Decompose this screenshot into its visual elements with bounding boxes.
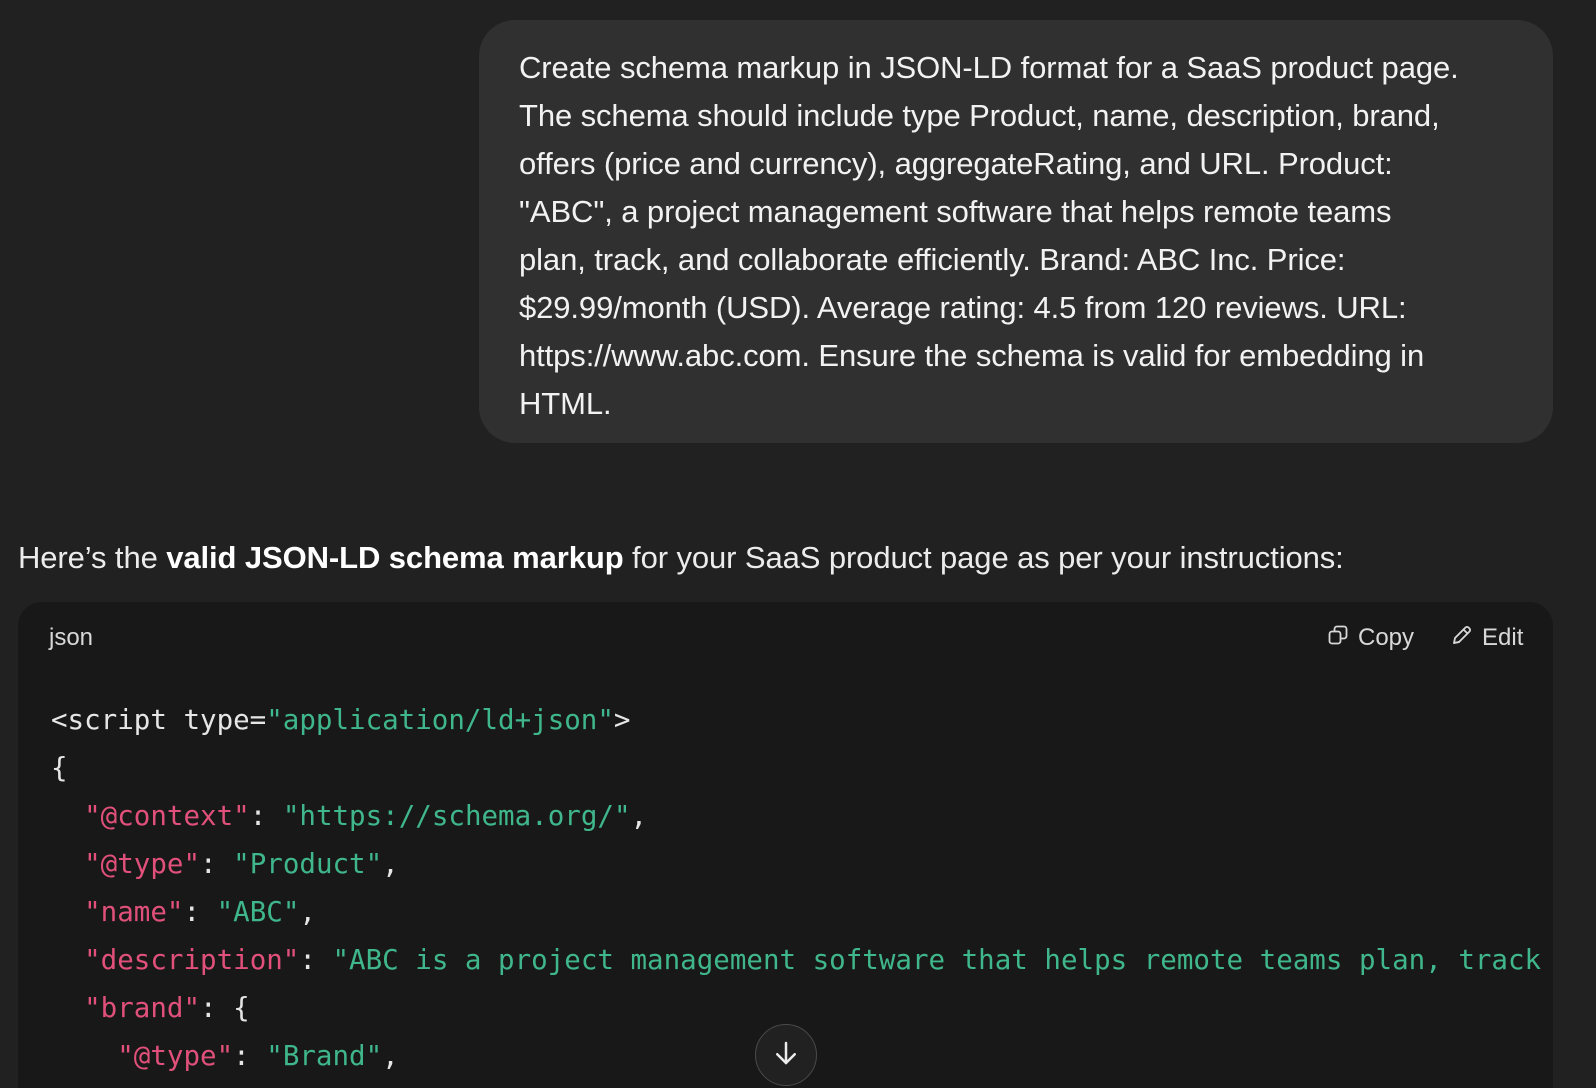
code-token: : {: [200, 992, 250, 1024]
code-token: "ABC": [216, 896, 300, 928]
code-token: ,: [630, 800, 648, 832]
user-message-line: Create schema markup in JSON-LD format f…: [519, 50, 1459, 85]
user-message-line: $29.99/month (USD). Average rating: 4.5 …: [519, 290, 1407, 325]
code-token: "description": [84, 944, 300, 976]
edit-button[interactable]: Edit: [1450, 620, 1523, 656]
code-token: ,: [382, 1040, 399, 1072]
code-line: "name": "ABC",: [51, 888, 1541, 936]
user-message-line: offers (price and currency), aggregateRa…: [519, 146, 1393, 181]
code-token: "Product": [233, 848, 383, 880]
code-content: <script type="application/ld+json"> { "@c…: [51, 696, 1541, 1080]
user-message-line: https://www.abc.com. Ensure the schema i…: [519, 338, 1425, 373]
code-token: "application/ld+json": [266, 704, 614, 736]
code-token: "Brand": [266, 1040, 383, 1072]
code-token: "brand": [84, 992, 201, 1024]
code-token: :: [249, 800, 283, 832]
arrow-down-icon: [771, 1038, 801, 1073]
scroll-down-button[interactable]: [755, 1024, 817, 1086]
intro-text-end: for your SaaS product page as per your i…: [623, 540, 1344, 575]
user-message-line: "ABC", a project management software tha…: [519, 194, 1392, 229]
chat-page: Create schema markup in JSON-LD format f…: [0, 0, 1596, 1088]
user-message-text: Create schema markup in JSON-LD format f…: [519, 44, 1513, 428]
code-line: "@context": "https://schema.org/",: [51, 792, 1541, 840]
code-token: >: [613, 704, 631, 736]
code-token: "https://schema.org/": [282, 800, 631, 832]
user-message-line: The schema should include type Product, …: [519, 98, 1440, 133]
user-message-line: HTML.: [519, 386, 612, 421]
code-block: json Copy Edit <script type="application…: [18, 602, 1553, 1088]
intro-text-start: Here’s the: [18, 540, 167, 575]
user-message-line: plan, track, and collaborate efficiently…: [519, 242, 1346, 277]
copy-label: Copy: [1358, 624, 1415, 651]
code-line: "@type": "Product",: [51, 840, 1541, 888]
code-block-header: json Copy Edit: [18, 602, 1553, 674]
code-token: :: [299, 944, 333, 976]
copy-button[interactable]: Copy: [1326, 620, 1414, 656]
code-token: :: [183, 896, 217, 928]
code-token: :: [200, 848, 234, 880]
code-token: ,: [382, 848, 399, 880]
user-message-bubble: Create schema markup in JSON-LD format f…: [479, 20, 1553, 443]
pencil-icon: [1450, 623, 1474, 654]
code-token: :: [233, 1040, 267, 1072]
code-language-label: json: [49, 624, 94, 651]
code-token: {: [51, 752, 68, 784]
code-token: ,: [299, 896, 316, 928]
code-token: "@type": [117, 1040, 234, 1072]
edit-label: Edit: [1482, 624, 1524, 651]
code-token: "@type": [84, 848, 201, 880]
assistant-intro: Here’s the valid JSON-LD schema markup f…: [18, 534, 1344, 582]
copy-icon: [1326, 623, 1350, 654]
code-token: "name": [84, 896, 184, 928]
code-token: "@context": [84, 800, 250, 832]
code-line: "description": "ABC is a project managem…: [51, 936, 1541, 984]
code-token: "ABC is a project management software th…: [332, 944, 1542, 976]
code-line: {: [51, 744, 1541, 792]
code-token: <script type=: [51, 704, 267, 736]
code-line: <script type="application/ld+json">: [51, 696, 1541, 744]
intro-text-bold: valid JSON-LD schema markup: [166, 540, 624, 575]
